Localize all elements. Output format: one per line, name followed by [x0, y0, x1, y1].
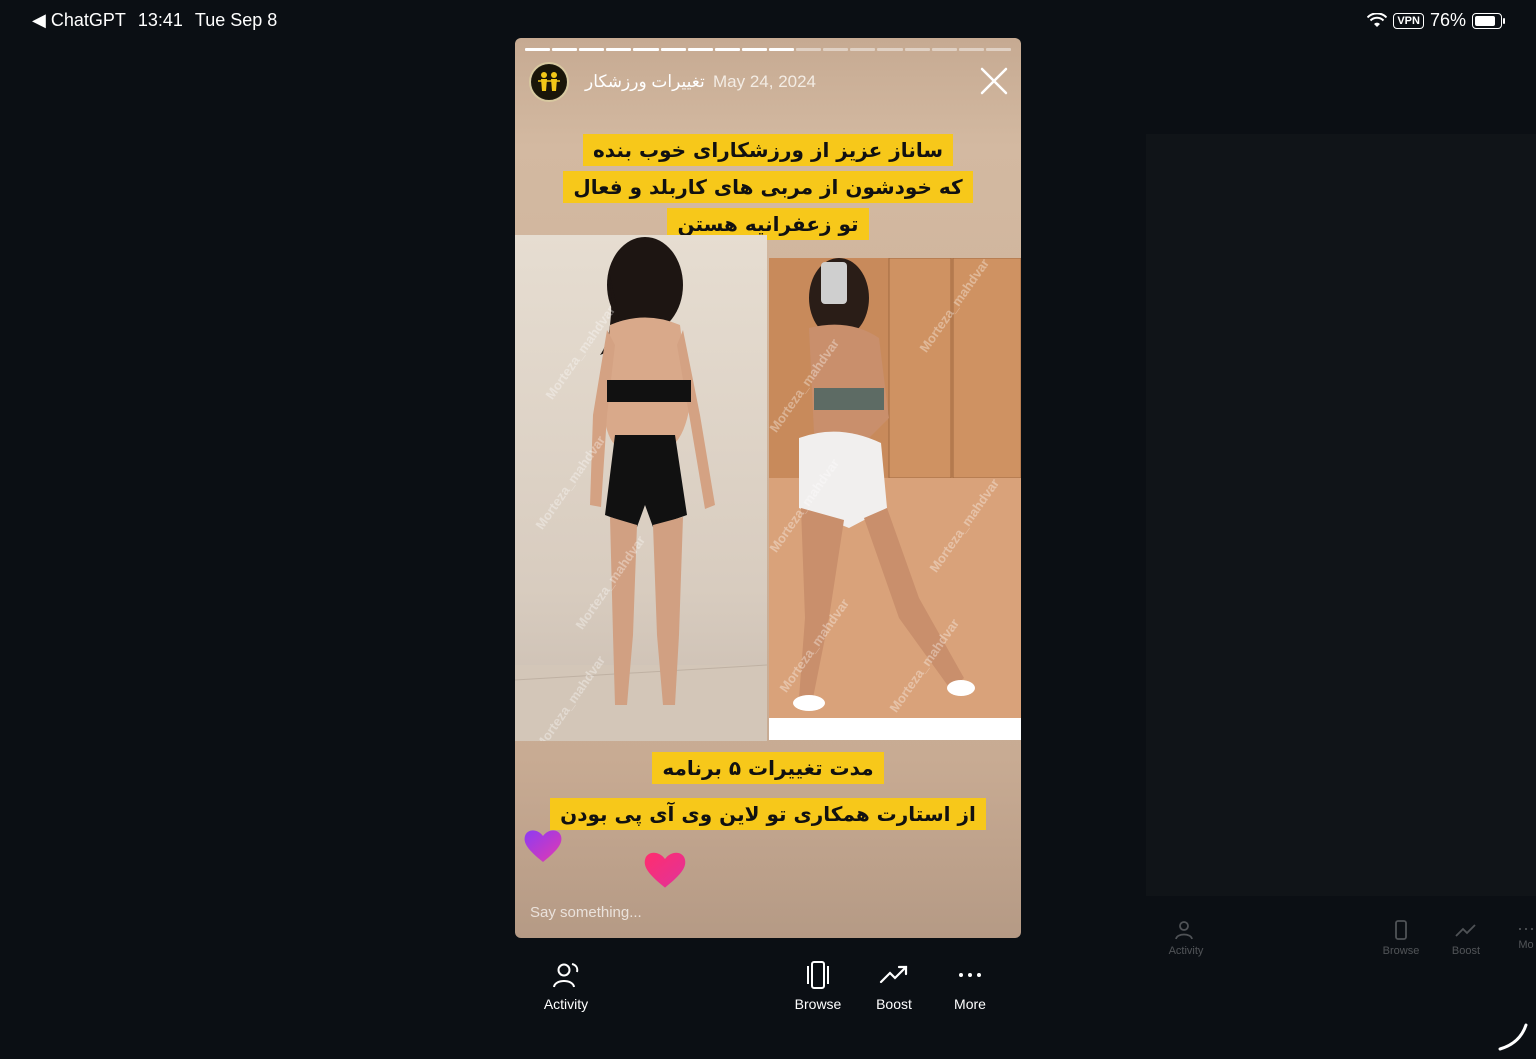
caption-top-line-2: که خودشون از مربی های کاربلد و فعال: [515, 171, 1021, 203]
ghost-browse-label: Browse: [1382, 945, 1420, 957]
adjacent-story-panel[interactable]: [1146, 134, 1536, 896]
ghost-activity-label: Activity: [1168, 945, 1204, 957]
before-figure-illustration: [515, 237, 767, 741]
progress-segment: [552, 48, 578, 51]
caption-top-line-1: ساناز عزیز از ورزشکارای خوب بنده: [515, 134, 1021, 166]
ghost-browse: Browse: [1371, 918, 1431, 957]
nav-browse[interactable]: Browse: [778, 960, 858, 1012]
progress-segment: [768, 48, 795, 51]
caption-bottom-line-1: مدت تغییرات ۵ برنامه: [515, 752, 1021, 784]
trending-up-icon: [879, 965, 908, 984]
progress-segment: [579, 48, 605, 51]
caption-text: ساناز عزیز از ورزشکارای خوب بنده: [583, 134, 953, 166]
swipe-gesture-indicator: [1498, 1023, 1528, 1051]
status-date: Tue Sep 8: [194, 10, 278, 30]
status-time: 13:41: [137, 10, 183, 30]
activity-icon: [553, 963, 579, 988]
back-to-app-link[interactable]: ◀ ChatGPT: [32, 10, 126, 31]
athletes-logo-icon: [532, 65, 566, 99]
ghost-more: ··· Mo: [1496, 918, 1536, 951]
story-viewer[interactable]: تغییرات ورزشکار May 24, 2024 ساناز عزیز …: [515, 38, 1021, 938]
progress-segment: [687, 48, 713, 51]
more-icon: [959, 973, 981, 977]
progress-segment: [660, 48, 686, 51]
purple-heart-icon: [524, 830, 562, 862]
battery-icon: [1472, 12, 1505, 29]
progress-segment: [796, 48, 822, 51]
wifi-icon: [1367, 12, 1388, 27]
status-bar: ◀ ChatGPT 13:41 Tue Sep 8 VPN 76%: [0, 8, 1536, 34]
trending-up-icon: [1455, 924, 1476, 937]
progress-segment: [714, 48, 740, 51]
vpn-badge: VPN: [1393, 12, 1424, 29]
activity-icon: [1175, 921, 1193, 940]
caption-text: از استارت همکاری تو لاین وی آی پی بودن: [550, 798, 986, 830]
ghost-boost-label: Boost: [1451, 945, 1481, 957]
caption-bottom-line-2: از استارت همکاری تو لاین وی آی پی بودن: [515, 798, 1021, 830]
nav-boost[interactable]: Boost: [854, 960, 934, 1012]
nav-boost-label: Boost: [876, 996, 912, 1012]
reply-input[interactable]: Say something...: [530, 904, 642, 921]
browse-icon: [807, 961, 829, 989]
nav-more-label: More: [954, 996, 986, 1012]
ghost-more-label: Mo: [1518, 939, 1534, 951]
pink-heart-icon: [644, 852, 686, 888]
nav-activity-label: Activity: [543, 996, 589, 1012]
ghost-activity: Activity: [1156, 918, 1216, 957]
before-photo: Morteza_mahdvar Morteza_mahdvar Morteza_…: [515, 235, 767, 741]
story-date: May 24, 2024: [713, 72, 817, 91]
progress-segment: [606, 48, 632, 51]
progress-segment: [931, 48, 957, 51]
story-header: تغییرات ورزشکار May 24, 2024: [529, 60, 1009, 104]
progress-segment: [633, 48, 659, 51]
progress-segment: [958, 48, 984, 51]
story-progress-bar: [525, 48, 1011, 51]
progress-segment: [904, 48, 930, 51]
close-icon[interactable]: [979, 66, 1009, 96]
progress-segment: [985, 48, 1011, 51]
progress-segment: [823, 48, 849, 51]
progress-segment: [877, 48, 903, 51]
battery-percent: 76%: [1429, 10, 1466, 30]
nav-browse-label: Browse: [794, 996, 842, 1012]
after-photo-bottom-border: [769, 718, 1021, 740]
caption-text: که خودشون از مربی های کاربلد و فعال: [563, 171, 973, 203]
ghost-boost: Boost: [1436, 918, 1496, 957]
after-photo: Morteza_mahdvar Morteza_mahdvar Morteza_…: [769, 258, 1021, 718]
progress-segment: [525, 48, 551, 51]
nav-activity[interactable]: Activity: [526, 960, 606, 1012]
progress-segment: [850, 48, 876, 51]
browse-icon: [1395, 920, 1407, 940]
adjacent-nav: Activity Browse Boost ··· Mo: [1146, 918, 1536, 978]
account-avatar[interactable]: [529, 62, 569, 102]
caption-text: مدت تغییرات ۵ برنامه: [652, 752, 884, 784]
account-name[interactable]: تغییرات ورزشکار: [585, 72, 705, 92]
progress-segment: [741, 48, 767, 51]
nav-more[interactable]: More: [930, 960, 1010, 1012]
